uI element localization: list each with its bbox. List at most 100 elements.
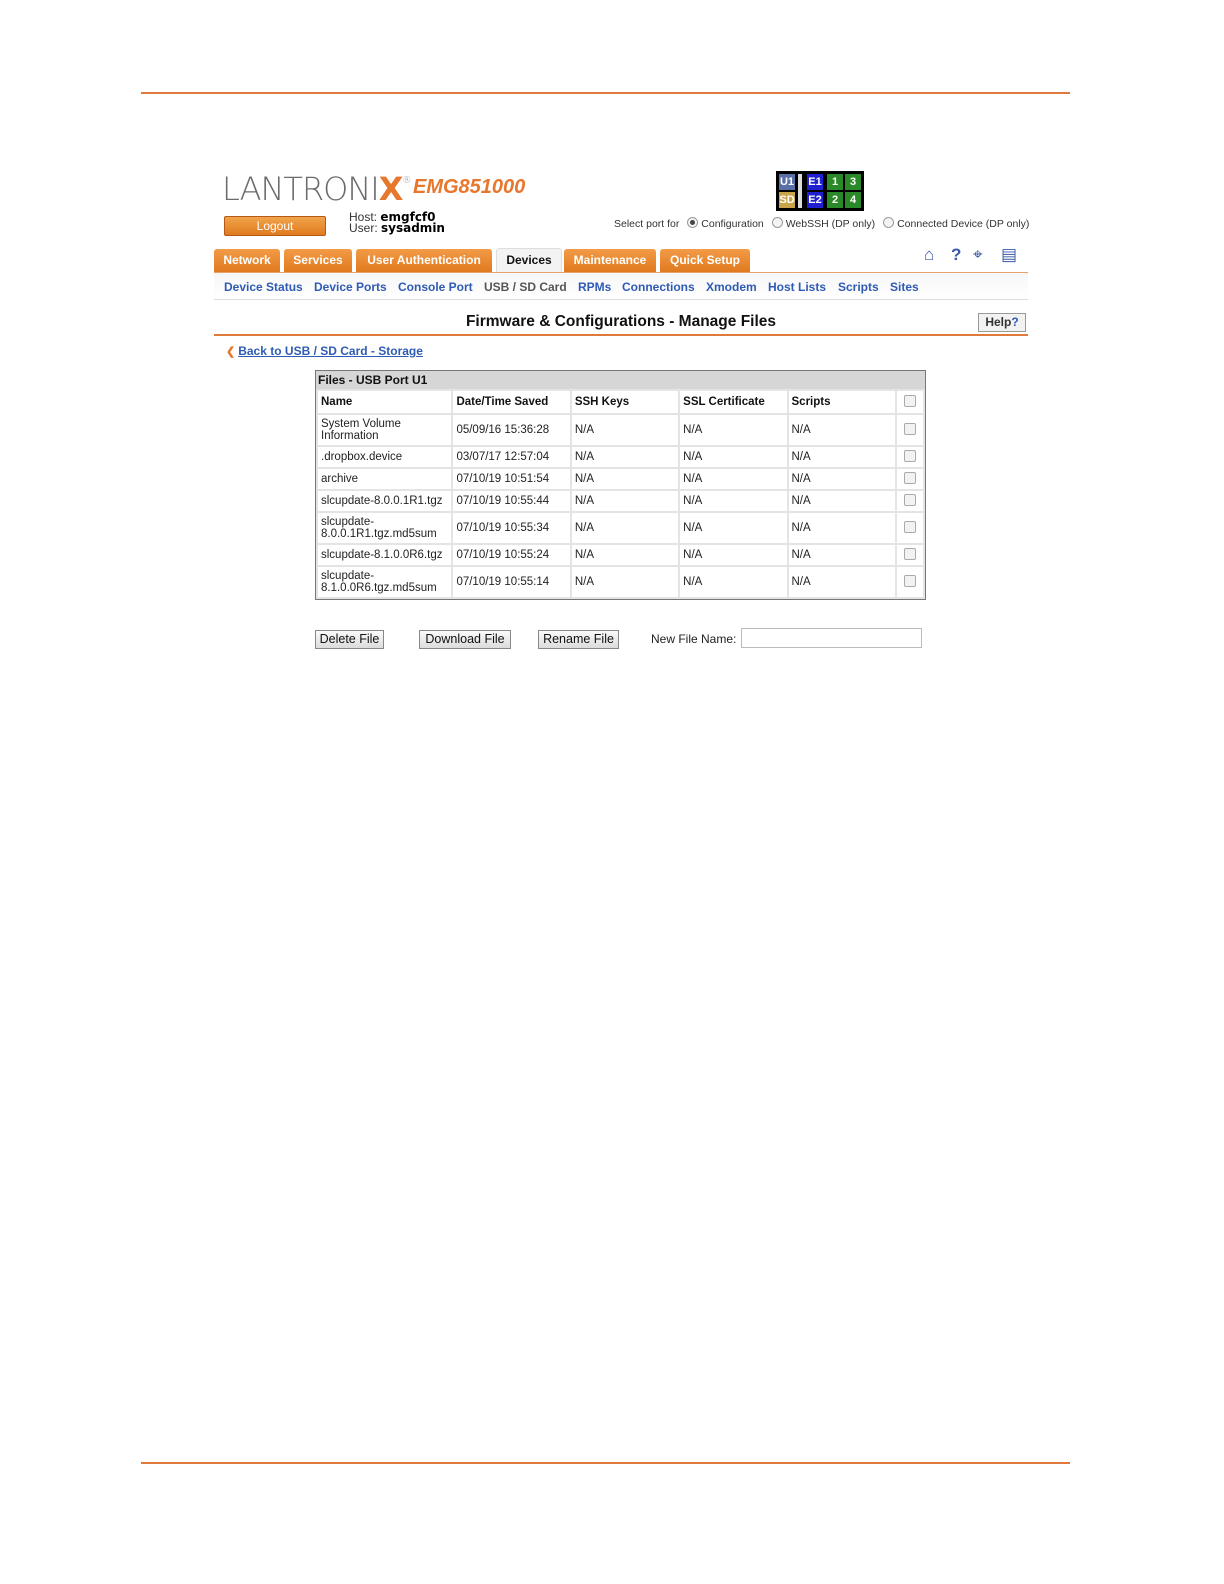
file-ssh: N/A bbox=[569, 565, 681, 599]
device-model: EMG851000 bbox=[413, 176, 526, 198]
table-row: slcupdate-8.0.0.1R1.tgz 07/10/19 10:55:4… bbox=[315, 489, 926, 513]
tab-devices[interactable]: Devices bbox=[496, 248, 562, 274]
subnav-usb-sd-card[interactable]: USB / SD Card bbox=[484, 280, 567, 294]
file-ssh: N/A bbox=[569, 511, 681, 545]
file-date: 07/10/19 10:55:34 bbox=[451, 511, 572, 545]
file-name: slcupdate-8.0.0.1R1.tgz bbox=[315, 489, 454, 513]
row-checkbox[interactable] bbox=[903, 471, 916, 484]
back-link[interactable]: ❮ Back to USB / SD Card - Storage bbox=[226, 344, 423, 358]
list-icon[interactable]: ▤ bbox=[1001, 245, 1017, 265]
port-3[interactable]: 3 bbox=[845, 174, 861, 190]
download-file-button[interactable]: Download File bbox=[419, 630, 511, 649]
radio-connected-device[interactable] bbox=[883, 217, 895, 228]
tab-quick-setup[interactable]: Quick Setup bbox=[660, 249, 750, 272]
new-file-name-input[interactable] bbox=[741, 628, 922, 648]
subnav-scripts[interactable]: Scripts bbox=[838, 280, 879, 294]
chevron-left-icon: ❮ bbox=[226, 346, 236, 358]
file-name: slcupdate-8.1.0.0R6.tgz bbox=[315, 543, 454, 567]
file-date: 07/10/19 10:51:54 bbox=[451, 467, 572, 491]
page-top-rule bbox=[141, 92, 1070, 94]
file-date: 05/09/16 15:36:28 bbox=[451, 413, 572, 447]
row-checkbox[interactable] bbox=[903, 449, 916, 462]
option-configuration: Configuration bbox=[701, 218, 764, 230]
option-webssh: WebSSH (DP only) bbox=[785, 218, 876, 230]
port-grid-separator bbox=[798, 174, 802, 208]
row-checkbox[interactable] bbox=[903, 422, 916, 435]
file-ssl: N/A bbox=[678, 543, 789, 567]
col-ssl-certificate: SSL Certificate bbox=[678, 389, 789, 415]
table-row: slcupdate-8.1.0.0R6.tgz 07/10/19 10:55:2… bbox=[315, 543, 926, 567]
file-scripts: N/A bbox=[786, 445, 897, 469]
web-app: LANTRONIX® EMG851000 Logout Host: emgfcf… bbox=[214, 168, 1029, 668]
file-ssl: N/A bbox=[678, 413, 789, 447]
help-button[interactable]: Help? bbox=[978, 313, 1026, 332]
user-label: User: bbox=[349, 221, 378, 235]
subnav-device-ports[interactable]: Device Ports bbox=[314, 280, 387, 294]
port-status-grid: U1 SD E1 E2 1 3 2 4 bbox=[776, 171, 864, 211]
tab-user-authentication[interactable]: User Authentication bbox=[356, 249, 492, 272]
tab-maintenance[interactable]: Maintenance bbox=[564, 249, 656, 272]
table-row: slcupdate-8.0.0.1R1.tgz.md5sum 07/10/19 … bbox=[315, 511, 926, 545]
file-name: archive bbox=[315, 467, 454, 491]
help-question-icon[interactable]: ? bbox=[951, 245, 961, 265]
port-4[interactable]: 4 bbox=[845, 192, 861, 208]
subnav-sites[interactable]: Sites bbox=[890, 280, 919, 294]
port-1[interactable]: 1 bbox=[827, 174, 843, 190]
sub-navigation: Device Status Device Ports Console Port … bbox=[214, 273, 1028, 300]
help-label: Help bbox=[985, 315, 1012, 329]
row-checkbox[interactable] bbox=[903, 520, 916, 533]
col-ssh-keys: SSH Keys bbox=[569, 389, 681, 415]
file-ssl: N/A bbox=[678, 467, 789, 491]
host-user-info: Host: emgfcf0 User: sysadmin bbox=[349, 211, 445, 235]
subnav-rpms[interactable]: RPMs bbox=[578, 280, 611, 294]
port-e1[interactable]: E1 bbox=[807, 174, 823, 190]
table-header-row: Name Date/Time Saved SSH Keys SSL Certif… bbox=[315, 389, 926, 415]
select-all-checkbox[interactable] bbox=[903, 394, 916, 407]
page-bottom-rule bbox=[141, 1462, 1070, 1464]
radio-configuration[interactable] bbox=[687, 217, 699, 228]
file-ssl: N/A bbox=[678, 445, 789, 469]
row-checkbox[interactable] bbox=[903, 574, 916, 587]
new-file-name-label: New File Name: bbox=[651, 632, 737, 646]
delete-file-button[interactable]: Delete File bbox=[315, 630, 384, 649]
tab-network[interactable]: Network bbox=[214, 249, 280, 272]
file-date: 03/07/17 12:57:04 bbox=[451, 445, 572, 469]
page-title: Firmware & Configurations - Manage Files bbox=[465, 313, 777, 330]
files-table: Files - USB Port U1 Name Date/Time Saved… bbox=[315, 370, 926, 600]
file-name: .dropbox.device bbox=[315, 445, 454, 469]
subnav-connections[interactable]: Connections bbox=[622, 280, 695, 294]
file-scripts: N/A bbox=[786, 565, 897, 599]
port-sd[interactable]: SD bbox=[779, 192, 795, 208]
port-u1[interactable]: U1 bbox=[779, 174, 795, 190]
lantronix-logo: LANTRONIX® bbox=[222, 170, 411, 208]
file-scripts: N/A bbox=[786, 489, 897, 513]
file-date: 07/10/19 10:55:44 bbox=[451, 489, 572, 513]
col-scripts: Scripts bbox=[786, 389, 897, 415]
table-row: .dropbox.device 03/07/17 12:57:04 N/A N/… bbox=[315, 445, 926, 469]
col-date-time-saved: Date/Time Saved bbox=[451, 389, 572, 415]
row-checkbox[interactable] bbox=[903, 547, 916, 560]
home-icon[interactable]: ⌂ bbox=[924, 245, 934, 265]
file-scripts: N/A bbox=[786, 511, 897, 545]
port-e2[interactable]: E2 bbox=[807, 192, 823, 208]
file-name: System Volume Information bbox=[315, 413, 454, 447]
subnav-divider bbox=[214, 299, 1028, 300]
file-name: slcupdate-8.1.0.0R6.tgz.md5sum bbox=[315, 565, 454, 599]
file-ssh: N/A bbox=[569, 413, 681, 447]
subnav-host-lists[interactable]: Host Lists bbox=[768, 280, 826, 294]
subnav-xmodem[interactable]: Xmodem bbox=[706, 280, 757, 294]
file-date: 07/10/19 10:55:14 bbox=[451, 565, 572, 599]
subnav-console-port[interactable]: Console Port bbox=[398, 280, 473, 294]
file-ssh: N/A bbox=[569, 467, 681, 491]
logout-button[interactable]: Logout bbox=[224, 216, 326, 236]
subnav-device-status[interactable]: Device Status bbox=[224, 280, 303, 294]
tab-services[interactable]: Services bbox=[284, 249, 352, 272]
file-date: 07/10/19 10:55:24 bbox=[451, 543, 572, 567]
row-checkbox[interactable] bbox=[903, 493, 916, 506]
rename-file-button[interactable]: Rename File bbox=[538, 630, 619, 649]
crosshair-icon[interactable]: ⌖ bbox=[973, 245, 983, 265]
select-port-label: Select port for bbox=[614, 218, 680, 230]
radio-webssh[interactable] bbox=[771, 217, 783, 228]
files-table-caption: Files - USB Port U1 bbox=[316, 371, 925, 389]
port-2[interactable]: 2 bbox=[827, 192, 843, 208]
